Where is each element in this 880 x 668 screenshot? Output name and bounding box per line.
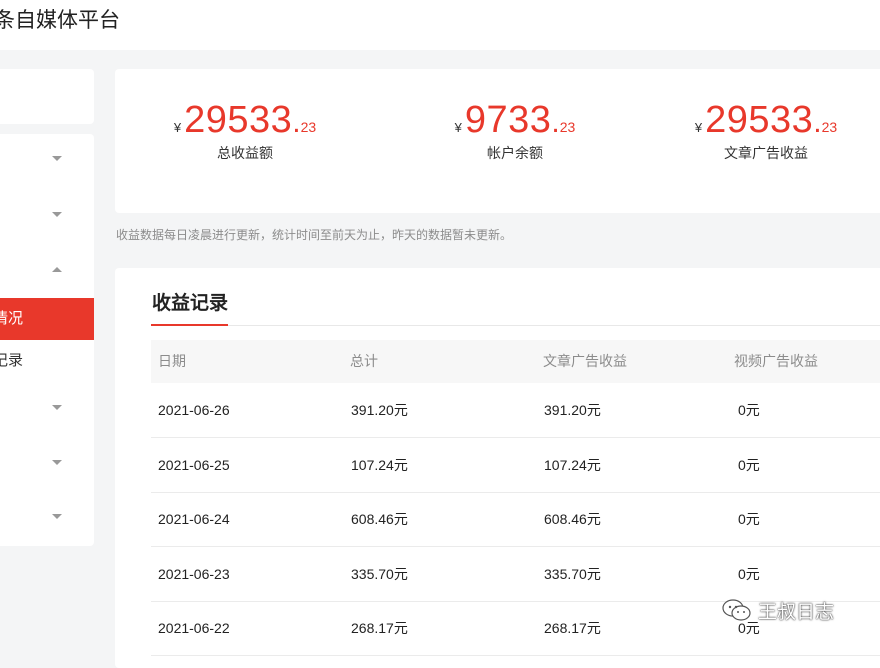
cell-total: 268.17元 — [351, 620, 408, 636]
currency-symbol: ¥ — [173, 120, 182, 135]
table-row: 2021-06-23 335.70元 335.70元 0元 — [151, 547, 880, 602]
cell-video-ad: 0元 — [738, 457, 760, 473]
cell-video-ad: 0元 — [738, 511, 760, 527]
column-header-video-ad: 视频广告收益 — [734, 353, 818, 369]
stat-decimal: 23 — [559, 119, 576, 135]
stat-integer: 9733 — [464, 99, 552, 141]
stat-account-balance: ¥9733.23 帐户余额 — [385, 99, 645, 163]
sidebar-item-label: 情况 — [0, 310, 23, 327]
stat-decimal: 23 — [300, 119, 317, 135]
cell-total: 335.70元 — [351, 566, 408, 582]
chevron-down-icon[interactable] — [52, 460, 62, 465]
stat-total-earnings: ¥29533.23 总收益额 — [115, 99, 375, 163]
cell-total: 391.20元 — [351, 402, 408, 418]
sidebar-item-label: 记录 — [0, 352, 23, 369]
cell-date: 2021-06-26 — [158, 402, 230, 418]
records-title: 收益记录 — [152, 293, 229, 314]
chevron-up-icon[interactable] — [52, 267, 62, 272]
cell-article-ad: 335.70元 — [544, 566, 601, 582]
cell-article-ad: 391.20元 — [544, 402, 601, 418]
cell-article-ad: 608.46元 — [544, 511, 601, 527]
stat-integer: 29533 — [184, 99, 293, 141]
chevron-down-icon[interactable] — [52, 156, 62, 161]
sidebar-top-card — [0, 69, 94, 124]
watermark-text: 王叔日志 — [758, 602, 835, 623]
column-header-total: 总计 — [350, 353, 378, 369]
currency-symbol: ¥ — [694, 120, 703, 135]
sidebar-nav: 情况 记录 — [0, 134, 94, 546]
watermark: 王叔日志 — [722, 597, 834, 624]
cell-video-ad: 0元 — [738, 566, 760, 582]
cell-date: 2021-06-25 — [158, 457, 230, 473]
table-row: 2021-06-25 107.24元 107.24元 0元 — [151, 438, 880, 493]
stat-label: 帐户余额 — [487, 145, 543, 161]
cell-article-ad: 107.24元 — [544, 457, 601, 473]
wechat-icon — [722, 599, 751, 621]
app-title: 条自媒体平台 — [0, 9, 120, 32]
cell-total: 608.46元 — [351, 511, 408, 527]
stat-label: 总收益额 — [217, 145, 273, 161]
divider — [151, 325, 880, 326]
table-row: 2021-06-26 391.20元 391.20元 0元 — [151, 383, 880, 438]
table-header: 日期 总计 文章广告收益 视频广告收益 — [151, 340, 880, 383]
stat-integer: 29533 — [705, 99, 814, 141]
table-row: 2021-06-24 608.46元 608.46元 0元 — [151, 492, 880, 547]
chevron-down-icon[interactable] — [52, 405, 62, 410]
column-header-date: 日期 — [158, 353, 186, 369]
sidebar-item-records[interactable]: 记录 — [0, 340, 94, 382]
stat-decimal: 23 — [821, 119, 838, 135]
active-tab-underline — [151, 324, 228, 326]
top-header: 条自媒体平台 — [0, 0, 880, 50]
cell-total: 107.24元 — [351, 457, 408, 473]
sidebar-item-active[interactable]: 情况 — [0, 298, 94, 340]
column-header-article-ad: 文章广告收益 — [543, 353, 627, 369]
earnings-summary-card: ¥29533.23 总收益额 ¥9733.23 帐户余额 ¥29533.23 文… — [115, 69, 880, 213]
chevron-down-icon[interactable] — [52, 514, 62, 519]
cell-date: 2021-06-24 — [158, 511, 230, 527]
cell-date: 2021-06-22 — [158, 620, 230, 636]
currency-symbol: ¥ — [454, 120, 462, 135]
stat-label: 文章广告收益 — [724, 145, 808, 161]
chevron-down-icon[interactable] — [52, 212, 62, 217]
cell-date: 2021-06-23 — [158, 566, 230, 582]
stat-article-ad-earnings: ¥29533.23 文章广告收益 — [636, 99, 880, 163]
update-notice: 收益数据每日凌晨进行更新，统计时间至前天为止，昨天的数据暂未更新。 — [116, 228, 513, 242]
cell-article-ad: 268.17元 — [544, 620, 601, 636]
cell-video-ad: 0元 — [738, 402, 760, 418]
